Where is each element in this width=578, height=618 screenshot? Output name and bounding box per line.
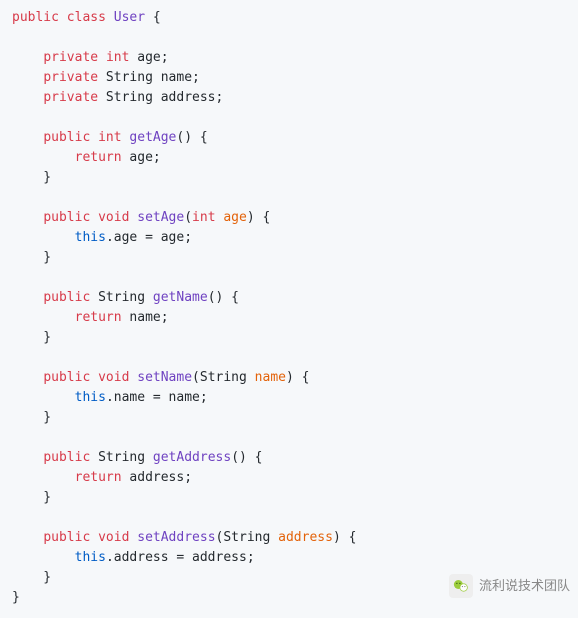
token-plain bbox=[12, 130, 43, 145]
token-plain: (String bbox=[192, 370, 255, 385]
token-type: int bbox=[98, 130, 121, 145]
token-plain: .age = age; bbox=[106, 230, 192, 245]
token-plain bbox=[12, 230, 75, 245]
token-plain bbox=[12, 90, 43, 105]
token-plain bbox=[12, 550, 75, 565]
token-kw: public bbox=[43, 450, 90, 465]
token-plain bbox=[90, 130, 98, 145]
token-plain: ) { bbox=[247, 210, 270, 225]
token-plain bbox=[12, 530, 43, 545]
token-param: address bbox=[278, 530, 333, 545]
token-plain: (String bbox=[216, 530, 279, 545]
token-plain bbox=[12, 390, 75, 405]
token-type: int bbox=[106, 50, 129, 65]
token-plain bbox=[12, 310, 75, 325]
token-kw: return bbox=[75, 470, 122, 485]
token-plain: () { bbox=[176, 130, 207, 145]
token-fn: getName bbox=[153, 290, 208, 305]
token-plain: ) { bbox=[333, 530, 356, 545]
token-plain bbox=[106, 10, 114, 25]
token-plain: String bbox=[90, 450, 153, 465]
token-plain: } bbox=[12, 570, 51, 585]
token-plain bbox=[12, 450, 43, 465]
token-plain: ) { bbox=[286, 370, 309, 385]
token-plain: { bbox=[145, 10, 161, 25]
token-type: void bbox=[98, 530, 129, 545]
token-plain bbox=[12, 150, 75, 165]
token-plain bbox=[12, 470, 75, 485]
token-plain: address; bbox=[122, 470, 192, 485]
token-plain bbox=[12, 50, 43, 65]
token-plain bbox=[12, 290, 43, 305]
token-plain: () { bbox=[231, 450, 262, 465]
token-plain: String name; bbox=[98, 70, 200, 85]
token-kw: private bbox=[43, 50, 98, 65]
watermark-label: 流利说技术团队 bbox=[479, 576, 570, 596]
token-plain bbox=[90, 530, 98, 545]
token-plain bbox=[12, 370, 43, 385]
token-kw: private bbox=[43, 70, 98, 85]
token-plain bbox=[12, 70, 43, 85]
token-fn: setAddress bbox=[137, 530, 215, 545]
token-plain: () { bbox=[208, 290, 239, 305]
token-plain bbox=[98, 50, 106, 65]
token-cls: User bbox=[114, 10, 145, 25]
watermark: 流利说技术团队 bbox=[449, 574, 570, 598]
token-param: name bbox=[255, 370, 286, 385]
token-this: this bbox=[75, 550, 106, 565]
token-type: void bbox=[98, 210, 129, 225]
token-kw: return bbox=[75, 150, 122, 165]
token-fn: setName bbox=[137, 370, 192, 385]
token-kw: public bbox=[43, 210, 90, 225]
token-plain: String bbox=[90, 290, 153, 305]
token-fn: getAddress bbox=[153, 450, 231, 465]
token-plain: } bbox=[12, 410, 51, 425]
token-kw: return bbox=[75, 310, 122, 325]
token-type: void bbox=[98, 370, 129, 385]
token-plain: } bbox=[12, 490, 51, 505]
token-kw: public bbox=[43, 370, 90, 385]
token-plain bbox=[12, 210, 43, 225]
token-param: age bbox=[223, 210, 246, 225]
token-plain bbox=[90, 370, 98, 385]
token-plain: } bbox=[12, 330, 51, 345]
token-kw: private bbox=[43, 90, 98, 105]
token-plain: .name = name; bbox=[106, 390, 208, 405]
token-kw: public bbox=[43, 130, 90, 145]
token-this: this bbox=[75, 230, 106, 245]
token-kw: class bbox=[67, 10, 106, 25]
token-plain: .address = address; bbox=[106, 550, 255, 565]
token-kw: public bbox=[12, 10, 59, 25]
token-plain: String address; bbox=[98, 90, 223, 105]
token-plain: } bbox=[12, 590, 20, 605]
token-fn: getAge bbox=[129, 130, 176, 145]
token-plain: } bbox=[12, 250, 51, 265]
token-plain: age; bbox=[122, 150, 161, 165]
wechat-icon bbox=[449, 574, 473, 598]
token-kw: public bbox=[43, 530, 90, 545]
token-type: int bbox=[192, 210, 215, 225]
token-plain: age; bbox=[129, 50, 168, 65]
java-code-block: public class User { private int age; pri… bbox=[0, 0, 578, 616]
token-plain: name; bbox=[122, 310, 169, 325]
token-plain: ( bbox=[184, 210, 192, 225]
token-kw: public bbox=[43, 290, 90, 305]
token-this: this bbox=[75, 390, 106, 405]
token-plain bbox=[59, 10, 67, 25]
token-fn: setAge bbox=[137, 210, 184, 225]
token-plain: } bbox=[12, 170, 51, 185]
token-plain bbox=[90, 210, 98, 225]
